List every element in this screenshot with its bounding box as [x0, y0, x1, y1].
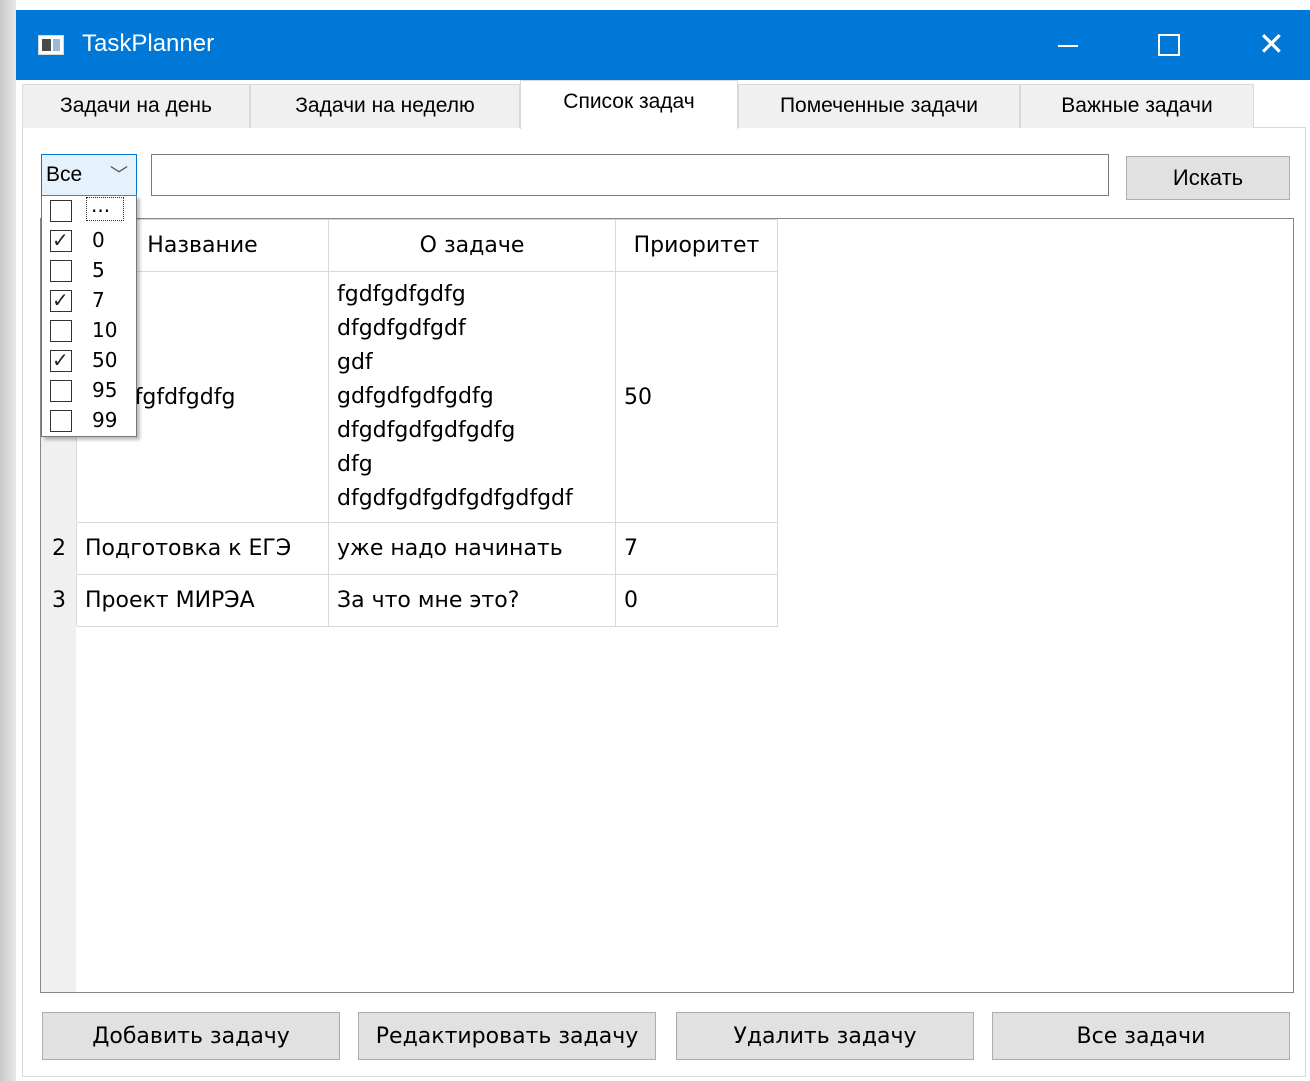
table-row[interactable]: 1 gfgdfgfdfgdfg fgdfgdfgdfg dfgdfgdfgdf …	[41, 271, 778, 523]
minimize-icon	[1058, 45, 1078, 47]
task-about-cell[interactable]: За что мне это?	[328, 574, 616, 627]
task-name-cell[interactable]: Проект МИРЭА	[76, 574, 329, 627]
checkbox[interactable]	[50, 348, 72, 372]
filter-selected-value: Все	[46, 163, 83, 186]
checkbox[interactable]	[50, 288, 72, 312]
column-header-priority[interactable]: Приоритет	[615, 219, 778, 272]
checkbox[interactable]	[50, 228, 72, 252]
filter-option[interactable]: 95	[42, 376, 136, 406]
filter-option-label: 0	[92, 228, 105, 252]
checkbox[interactable]	[50, 260, 72, 282]
filter-option-label: 99	[92, 408, 118, 432]
tab-task-list[interactable]: Список задач	[520, 80, 738, 129]
filter-option-label: 7	[92, 288, 105, 312]
close-icon: ✕	[1258, 25, 1285, 63]
filter-option-label: 10	[92, 318, 118, 342]
search-button[interactable]: Искать	[1126, 156, 1290, 200]
table-row[interactable]: 2 Подготовка к ЕГЭ уже надо начинать 7	[41, 522, 778, 575]
tab-weekly-tasks[interactable]: Задачи на неделю	[250, 84, 520, 128]
chevron-down-icon: ﹀	[110, 165, 128, 186]
checkbox[interactable]	[50, 410, 72, 432]
filter-option[interactable]: ...	[42, 195, 136, 226]
tab-daily-tasks[interactable]: Задачи на день	[22, 84, 250, 128]
filter-option[interactable]: 99	[42, 406, 136, 436]
task-about-cell[interactable]: уже надо начинать	[328, 522, 616, 575]
all-tasks-button[interactable]: Все задачи	[992, 1012, 1290, 1060]
task-priority-cell[interactable]: 50	[615, 271, 778, 523]
minimize-button[interactable]	[1028, 10, 1102, 80]
filter-option-label: 95	[92, 378, 118, 402]
background-edge	[0, 0, 16, 1081]
checkbox[interactable]	[50, 200, 72, 222]
filter-option[interactable]: 0	[42, 226, 136, 256]
search-input[interactable]	[151, 154, 1109, 196]
checkbox[interactable]	[50, 380, 72, 402]
task-about-cell[interactable]: fgdfgdfgdfg dfgdfgdfgdf gdf gdfgdfgdfgdf…	[328, 271, 616, 523]
column-header-about[interactable]: О задаче	[328, 219, 616, 272]
row-number[interactable]: 2	[41, 522, 77, 575]
filter-option-label: ...	[86, 195, 124, 221]
filter-option[interactable]: 7	[42, 286, 136, 316]
tab-marked-tasks[interactable]: Помеченные задачи	[738, 84, 1020, 128]
filter-option[interactable]: 10	[42, 316, 136, 346]
maximize-button[interactable]	[1132, 10, 1206, 80]
title-bar[interactable]: TaskPlanner ✕	[16, 10, 1310, 80]
filter-option-label: 50	[92, 348, 118, 372]
tasks-grid: Название О задаче Приоритет 1 gfgdfgfdfg…	[41, 219, 778, 627]
task-priority-cell[interactable]: 7	[615, 522, 778, 575]
tasks-table[interactable]: Название О задаче Приоритет 1 gfgdfgfdfg…	[40, 218, 1294, 993]
tab-bar: Задачи на день Задачи на неделю Список з…	[16, 80, 1310, 129]
checkbox[interactable]	[50, 320, 72, 342]
task-name-cell[interactable]: Подготовка к ЕГЭ	[76, 522, 329, 575]
priority-filter-combo[interactable]: Все ﹀	[41, 154, 137, 196]
priority-filter-dropdown: ... 0 5 7 10 50 95 99	[41, 195, 137, 437]
table-row[interactable]: 3 Проект МИРЭА За что мне это? 0	[41, 574, 778, 627]
delete-task-button[interactable]: Удалить задачу	[676, 1012, 974, 1060]
filter-option[interactable]: 50	[42, 346, 136, 376]
edit-task-button[interactable]: Редактировать задачу	[358, 1012, 656, 1060]
maximize-icon	[1158, 34, 1180, 56]
app-window: TaskPlanner ✕ Задачи на день Задачи на н…	[16, 10, 1310, 1081]
task-priority-cell[interactable]: 0	[615, 574, 778, 627]
close-button[interactable]: ✕	[1236, 10, 1310, 80]
filter-option[interactable]: 5	[42, 256, 136, 286]
app-icon	[38, 35, 64, 55]
row-number[interactable]: 3	[41, 574, 77, 627]
add-task-button[interactable]: Добавить задачу	[42, 1012, 340, 1060]
tab-important-tasks[interactable]: Важные задачи	[1020, 84, 1254, 128]
window-title: TaskPlanner	[82, 30, 215, 57]
filter-option-label: 5	[92, 258, 105, 282]
